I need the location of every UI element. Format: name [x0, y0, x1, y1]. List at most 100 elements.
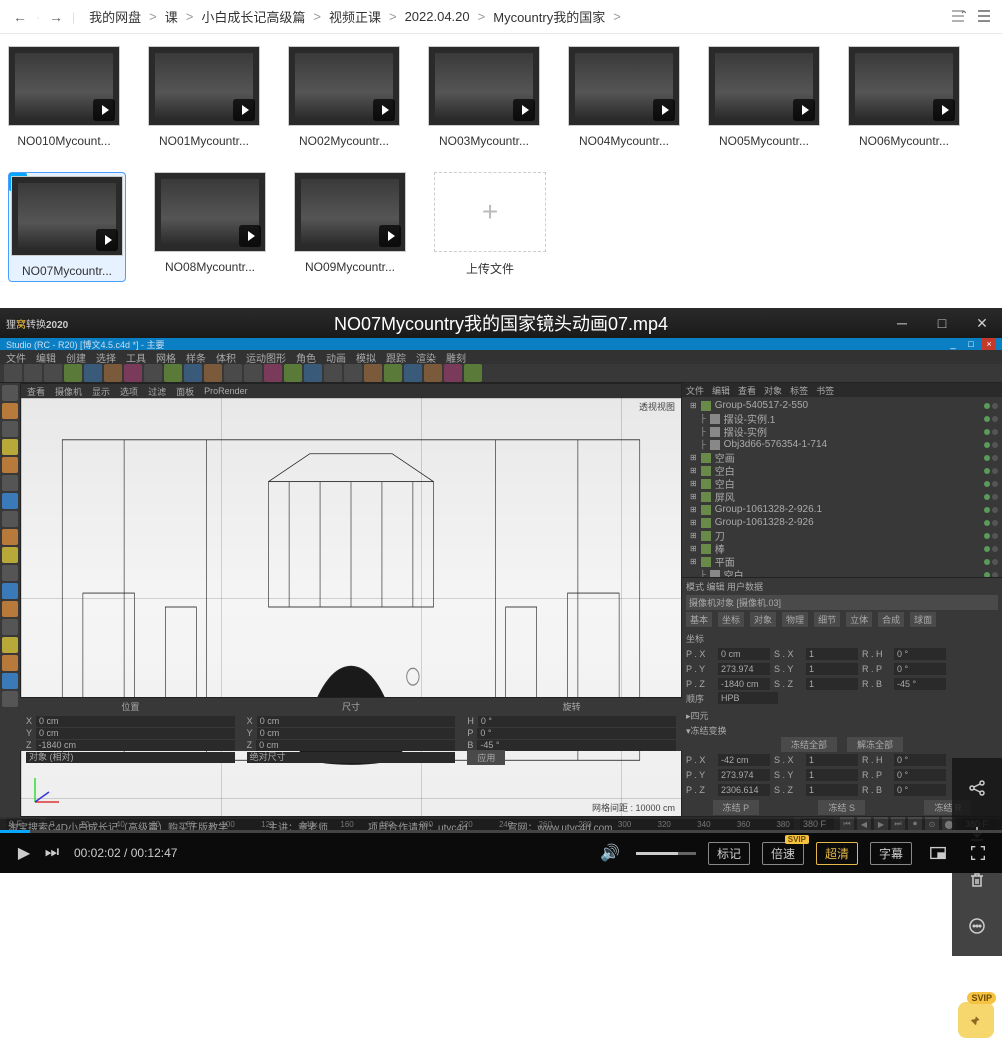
toolbar-icon[interactable] — [44, 364, 62, 382]
file-item[interactable]: NO010Mycount... — [8, 46, 120, 148]
toolbar-icon[interactable] — [464, 364, 482, 382]
video-thumbnail[interactable] — [148, 46, 260, 126]
tool-icon[interactable] — [2, 439, 18, 455]
toolbar-icon[interactable] — [104, 364, 122, 382]
menu-item[interactable]: 网格 — [156, 350, 176, 365]
object-mode-select[interactable]: 对象 (相对) — [26, 752, 235, 763]
coord-field[interactable]: 1 — [806, 648, 858, 660]
tool-icon[interactable] — [2, 637, 18, 653]
coord-field[interactable]: 1 — [806, 663, 858, 675]
progress-bar[interactable] — [0, 830, 1002, 833]
tree-row[interactable]: ├空白 — [686, 568, 998, 577]
play-button[interactable]: ▶ — [10, 839, 38, 867]
menu-item[interactable]: 模拟 — [356, 350, 376, 365]
menu-item[interactable]: 编辑 — [36, 350, 56, 365]
tool-icon[interactable] — [2, 529, 18, 545]
menu-item[interactable]: 创建 — [66, 350, 86, 365]
coord-field[interactable]: 0 ° — [894, 648, 946, 660]
volume-slider[interactable] — [636, 852, 696, 855]
toolbar-icon[interactable] — [364, 364, 382, 382]
nav-back-button[interactable]: ← — [8, 5, 32, 29]
mark-button[interactable]: 标记 — [708, 842, 750, 865]
menu-item[interactable]: 雕刻 — [446, 350, 466, 365]
file-item[interactable]: NO05Mycountr... — [708, 46, 820, 148]
panel-tab[interactable]: 标签 — [790, 384, 808, 397]
tree-row[interactable]: ├摆设-实例 — [686, 425, 998, 438]
menu-item[interactable]: 角色 — [296, 350, 316, 365]
order-field[interactable]: HPB — [718, 692, 778, 704]
menu-item[interactable]: 文件 — [6, 350, 26, 365]
menu-item[interactable]: 渲染 — [416, 350, 436, 365]
tool-icon[interactable] — [2, 547, 18, 563]
viewport-tab[interactable]: 摄像机 — [55, 385, 82, 398]
attr-tab[interactable]: 合成 — [878, 612, 904, 627]
coord-field[interactable]: -42 cm — [718, 754, 770, 766]
video-thumbnail[interactable] — [11, 176, 123, 256]
video-thumbnail[interactable] — [8, 46, 120, 126]
attr-tab[interactable]: 物理 — [782, 612, 808, 627]
speed-button[interactable]: 倍速SVIP — [762, 842, 804, 865]
menu-item[interactable]: 体积 — [216, 350, 236, 365]
tool-icon[interactable] — [2, 601, 18, 617]
crumb-item[interactable]: 我的网盘 — [87, 7, 143, 26]
tool-icon[interactable] — [2, 403, 18, 419]
object-tree[interactable]: ⊞Group-540517-2-550├摆设-实例.1├摆设-实例├Obj3d6… — [682, 397, 1002, 577]
file-item[interactable]: NO03Mycountr... — [428, 46, 540, 148]
video-thumbnail[interactable] — [568, 46, 680, 126]
attr-tab[interactable]: 细节 — [814, 612, 840, 627]
toolbar-icon[interactable] — [404, 364, 422, 382]
attr-tab[interactable]: 基本 — [686, 612, 712, 627]
coord-field[interactable]: 0 ° — [894, 754, 946, 766]
apply-button[interactable]: 应用 — [467, 750, 505, 765]
freeze-toggle[interactable]: ▾冻结变换 — [686, 724, 998, 737]
c4d-close-icon[interactable]: × — [982, 337, 996, 351]
toolbar-icon[interactable] — [424, 364, 442, 382]
toolbar-icon[interactable] — [244, 364, 262, 382]
viewport-tab[interactable]: 查看 — [27, 385, 45, 398]
tool-icon[interactable] — [2, 385, 18, 401]
toolbar-icon[interactable] — [444, 364, 462, 382]
freeze-all-button[interactable]: 冻结全部 — [781, 737, 837, 752]
c4d-left-toolbar[interactable] — [0, 383, 20, 817]
coord-field[interactable]: 0 ° — [894, 784, 946, 796]
viewport-tab[interactable]: 过滤 — [148, 385, 166, 398]
size-mode-select[interactable]: 绝对尺寸 — [247, 752, 456, 763]
coord-field[interactable]: 0 ° — [894, 663, 946, 675]
file-item[interactable]: NO09Mycountr... — [294, 172, 406, 282]
coord-field[interactable]: -1840 cm — [718, 678, 770, 690]
toolbar-icon[interactable] — [64, 364, 82, 382]
panel-tab[interactable]: 编辑 — [712, 384, 730, 397]
freeze-axis-button[interactable]: 冻结 P — [713, 800, 760, 815]
c4d-max-icon[interactable]: □ — [964, 337, 978, 351]
toolbar-icon[interactable] — [344, 364, 362, 382]
file-item[interactable]: NO06Mycountr... — [848, 46, 960, 148]
file-item[interactable]: ✓NO07Mycountr... — [8, 172, 126, 282]
attr-tab[interactable]: 立体 — [846, 612, 872, 627]
toolbar-icon[interactable] — [324, 364, 342, 382]
panel-tab[interactable]: 文件 — [686, 384, 704, 397]
toolbar-icon[interactable] — [144, 364, 162, 382]
menu-item[interactable]: 工具 — [126, 350, 146, 365]
video-thumbnail[interactable] — [288, 46, 400, 126]
tool-icon[interactable] — [2, 619, 18, 635]
subtitle-button[interactable]: 字幕 — [870, 842, 912, 865]
attr-tab[interactable]: 球面 — [910, 612, 936, 627]
video-thumbnail[interactable] — [428, 46, 540, 126]
tree-row[interactable]: ⊞Group-1061328-2-926.1 — [686, 503, 998, 516]
close-button[interactable]: ✕ — [968, 313, 996, 333]
coord-field[interactable]: 273.974 cm — [718, 769, 770, 781]
video-thumbnail[interactable] — [294, 172, 406, 252]
coord-field[interactable]: 273.974 cm — [718, 663, 770, 675]
pip-icon[interactable] — [924, 839, 952, 867]
attr-tab[interactable]: 对象 — [750, 612, 776, 627]
crumb-item[interactable]: Mycountry我的国家 — [491, 7, 607, 26]
toolbar-icon[interactable] — [264, 364, 282, 382]
c4d-toolbar[interactable] — [0, 364, 1002, 383]
quality-button[interactable]: 超清 — [816, 842, 858, 865]
unfreeze-all-button[interactable]: 解冻全部 — [847, 737, 903, 752]
menu-item[interactable]: 样条 — [186, 350, 206, 365]
tool-icon[interactable] — [2, 583, 18, 599]
freeze-axis-button[interactable]: 冻结 S — [818, 800, 865, 815]
tree-row[interactable]: ⊞刀 — [686, 529, 998, 542]
maximize-button[interactable]: □ — [928, 313, 956, 333]
